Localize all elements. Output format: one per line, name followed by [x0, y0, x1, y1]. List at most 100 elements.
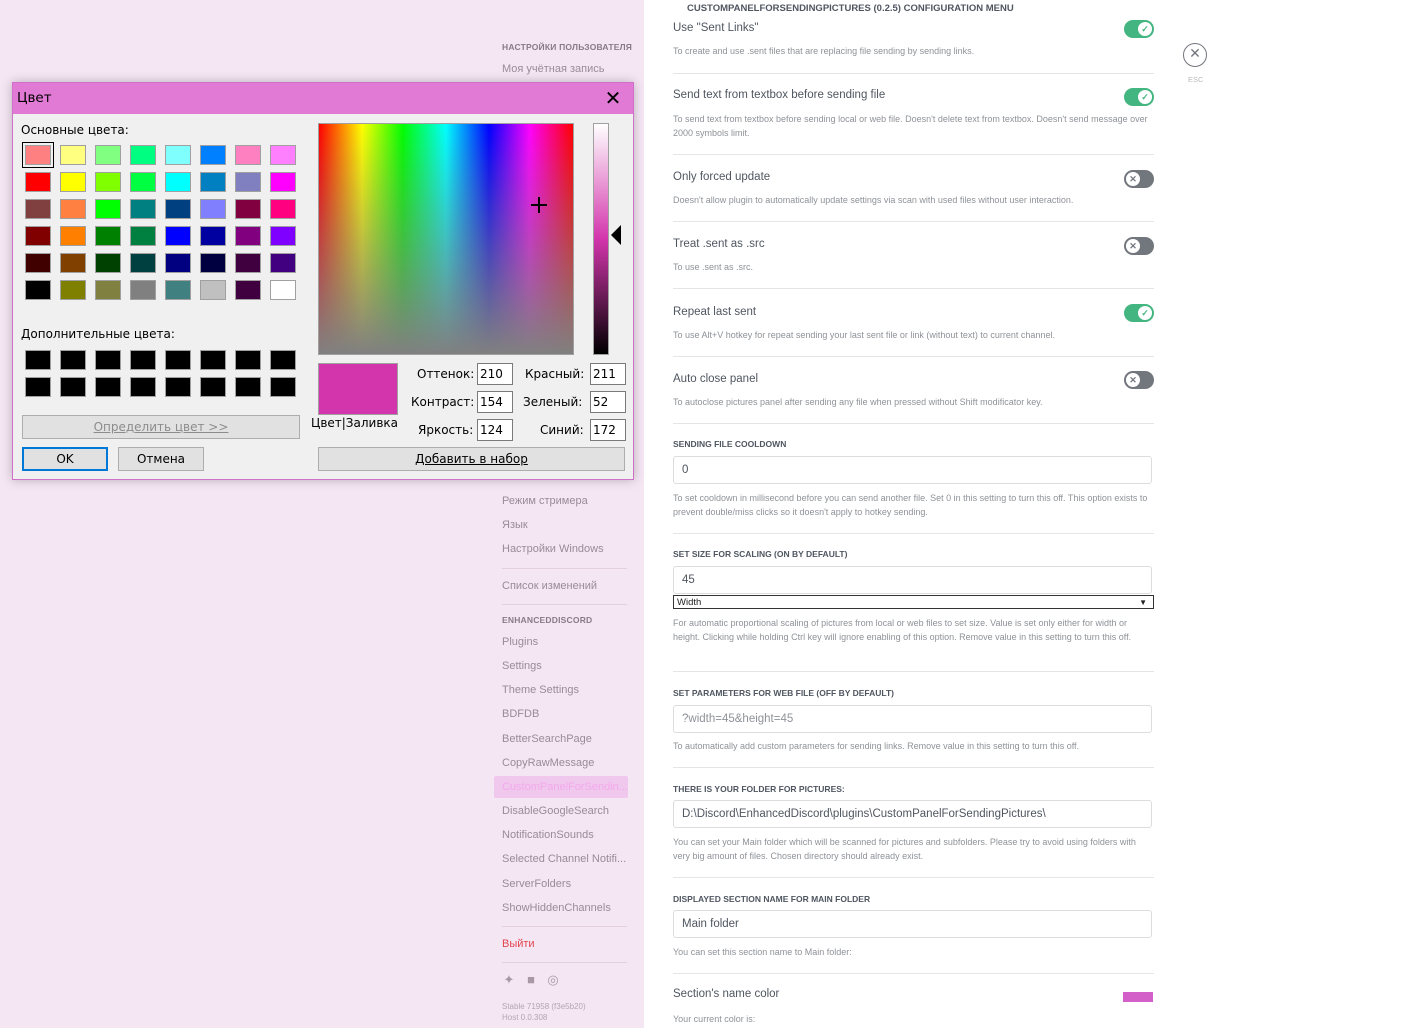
basic-color-swatch[interactable]	[95, 253, 121, 273]
sidebar-item-theme-settings[interactable]: Theme Settings	[502, 684, 628, 696]
basic-color-swatch[interactable]	[165, 226, 191, 246]
custom-color-swatch[interactable]	[270, 377, 296, 397]
basic-color-swatch[interactable]	[130, 172, 156, 192]
add-to-custom-colors-button[interactable]: Добавить в набор	[318, 447, 625, 471]
facebook-icon[interactable]: ■	[524, 973, 538, 987]
basic-color-swatch[interactable]	[60, 280, 86, 300]
hue-input[interactable]: 210	[477, 363, 513, 385]
basic-color-swatch[interactable]	[270, 253, 296, 273]
sidebar-item-changelog[interactable]: Список изменений	[502, 580, 628, 592]
cooldown-input[interactable]: 0	[673, 456, 1152, 484]
custom-color-swatch[interactable]	[200, 377, 226, 397]
basic-color-swatch[interactable]	[25, 253, 51, 273]
toggle-repeat-last-sent[interactable]: ✓	[1124, 304, 1154, 322]
luminance-slider-arrow[interactable]	[611, 225, 621, 245]
close-icon[interactable]: ✕	[601, 86, 625, 110]
custom-color-swatch[interactable]	[235, 350, 261, 370]
section-name-input[interactable]: Main folder	[673, 910, 1152, 938]
folder-input[interactable]: D:\Discord\EnhancedDiscord\plugins\Custo…	[673, 800, 1152, 828]
custom-color-swatch[interactable]	[95, 350, 121, 370]
basic-color-swatch[interactable]	[270, 280, 296, 300]
toggle-treat-sent-as-src[interactable]: ✕	[1124, 237, 1154, 255]
basic-color-swatch[interactable]	[270, 145, 296, 165]
scaling-dimension-select[interactable]: Width ▼	[673, 595, 1154, 609]
basic-color-swatch[interactable]	[235, 199, 261, 219]
basic-color-swatch[interactable]	[165, 280, 191, 300]
basic-color-swatch[interactable]	[165, 253, 191, 273]
basic-color-swatch[interactable]	[22, 142, 54, 168]
basic-color-swatch[interactable]	[200, 199, 226, 219]
custom-color-swatch[interactable]	[60, 377, 86, 397]
custom-color-swatch[interactable]	[235, 377, 261, 397]
basic-color-swatch[interactable]	[235, 145, 261, 165]
basic-color-swatch[interactable]	[95, 172, 121, 192]
custom-color-swatch[interactable]	[130, 377, 156, 397]
sidebar-item-settings[interactable]: Settings	[502, 660, 628, 672]
instagram-icon[interactable]: ◎	[546, 973, 560, 987]
basic-color-swatch[interactable]	[165, 145, 191, 165]
basic-color-swatch[interactable]	[25, 226, 51, 246]
sidebar-item-copyrawmessage[interactable]: CopyRawMessage	[502, 757, 628, 769]
cancel-button[interactable]: Отмена	[118, 447, 204, 471]
luminance-input[interactable]: 124	[477, 419, 513, 441]
custom-color-swatch[interactable]	[25, 350, 51, 370]
custom-color-swatch[interactable]	[165, 377, 191, 397]
basic-color-swatch[interactable]	[95, 226, 121, 246]
saturation-input[interactable]: 154	[477, 391, 513, 413]
basic-color-swatch[interactable]	[95, 145, 121, 165]
ok-button[interactable]: OK	[22, 447, 108, 471]
sidebar-item-plugins[interactable]: Plugins	[502, 636, 628, 648]
basic-color-swatch[interactable]	[200, 145, 226, 165]
section-color-swatch[interactable]	[1123, 992, 1153, 1002]
basic-color-swatch[interactable]	[130, 145, 156, 165]
basic-color-swatch[interactable]	[270, 199, 296, 219]
toggle-only-forced-update[interactable]: ✕	[1124, 170, 1154, 188]
basic-color-swatch[interactable]	[200, 172, 226, 192]
custom-color-swatch[interactable]	[200, 350, 226, 370]
basic-color-swatch[interactable]	[60, 172, 86, 192]
scaling-input[interactable]: 45	[673, 566, 1152, 594]
sidebar-item-language[interactable]: Язык	[502, 519, 628, 531]
custom-color-swatch[interactable]	[95, 377, 121, 397]
web-params-input[interactable]: ?width=45&height=45	[673, 705, 1152, 733]
basic-color-swatch[interactable]	[25, 172, 51, 192]
basic-color-swatch[interactable]	[270, 172, 296, 192]
custom-color-swatch[interactable]	[25, 377, 51, 397]
crosshair-cursor[interactable]	[531, 197, 547, 213]
basic-color-swatch[interactable]	[235, 226, 261, 246]
sidebar-item-disablegooglesearch[interactable]: DisableGoogleSearch	[502, 805, 628, 817]
basic-color-swatch[interactable]	[130, 253, 156, 273]
custom-color-swatch[interactable]	[60, 350, 86, 370]
custom-color-swatch[interactable]	[270, 350, 296, 370]
basic-color-swatch[interactable]	[60, 253, 86, 273]
green-input[interactable]: 52	[590, 391, 626, 413]
sidebar-item-showhiddenchannels[interactable]: ShowHiddenChannels	[502, 902, 628, 914]
basic-color-swatch[interactable]	[165, 172, 191, 192]
basic-color-swatch[interactable]	[95, 280, 121, 300]
custom-color-swatch[interactable]	[165, 350, 191, 370]
basic-color-swatch[interactable]	[130, 199, 156, 219]
basic-color-swatch[interactable]	[60, 145, 86, 165]
basic-color-swatch[interactable]	[95, 199, 121, 219]
red-input[interactable]: 211	[590, 363, 626, 385]
basic-color-swatch[interactable]	[235, 280, 261, 300]
sidebar-item-selected-channel-notifications[interactable]: Selected Channel Notifi...	[502, 853, 628, 865]
basic-color-swatch[interactable]	[235, 253, 261, 273]
hue-saturation-spectrum[interactable]	[318, 123, 574, 355]
basic-color-swatch[interactable]	[25, 280, 51, 300]
close-settings-button[interactable]: ✕	[1183, 43, 1207, 67]
toggle-auto-close-panel[interactable]: ✕	[1124, 371, 1154, 389]
basic-color-swatch[interactable]	[60, 226, 86, 246]
basic-color-swatch[interactable]	[200, 280, 226, 300]
basic-color-swatch[interactable]	[165, 199, 191, 219]
sidebar-item-bdfdb[interactable]: BDFDB	[502, 708, 628, 720]
sidebar-item-bettersearchpage[interactable]: BetterSearchPage	[502, 733, 628, 745]
sidebar-item-notificationsounds[interactable]: NotificationSounds	[502, 829, 628, 841]
sidebar-item-serverfolders[interactable]: ServerFolders	[502, 878, 628, 890]
sidebar-item-custompanelforsendingpictures[interactable]: CustomPanelForSendin...	[494, 776, 628, 798]
sidebar-item-windows-settings[interactable]: Настройки Windows	[502, 543, 628, 555]
toggle-send-text-before-file[interactable]: ✓	[1124, 88, 1154, 106]
define-color-button[interactable]: Определить цвет >>	[22, 415, 300, 439]
basic-color-swatch[interactable]	[130, 226, 156, 246]
basic-color-swatch[interactable]	[130, 280, 156, 300]
